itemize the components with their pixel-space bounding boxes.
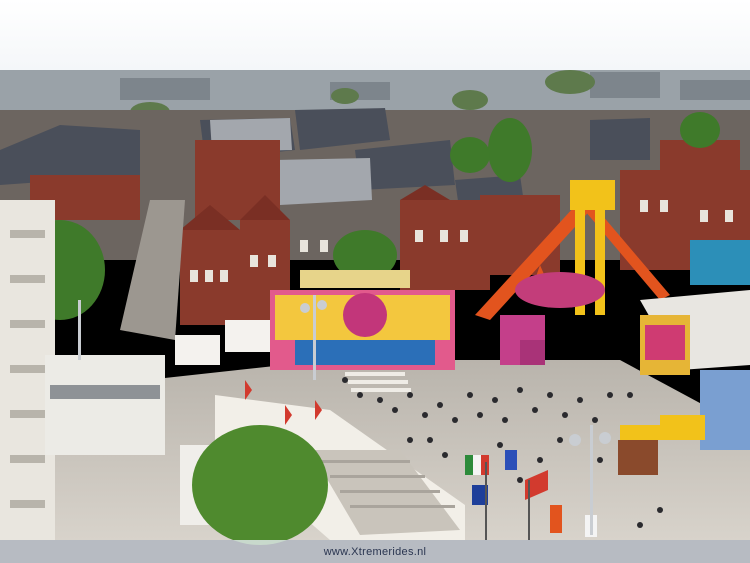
watermark-bar: www.Xtremerides.nl (0, 540, 750, 563)
fairground-photo: www.Xtremerides.nl (0, 0, 750, 563)
watermark-text: www.Xtremerides.nl (323, 545, 427, 558)
foreground-tree (192, 425, 328, 545)
photo-illustration (0, 0, 750, 545)
